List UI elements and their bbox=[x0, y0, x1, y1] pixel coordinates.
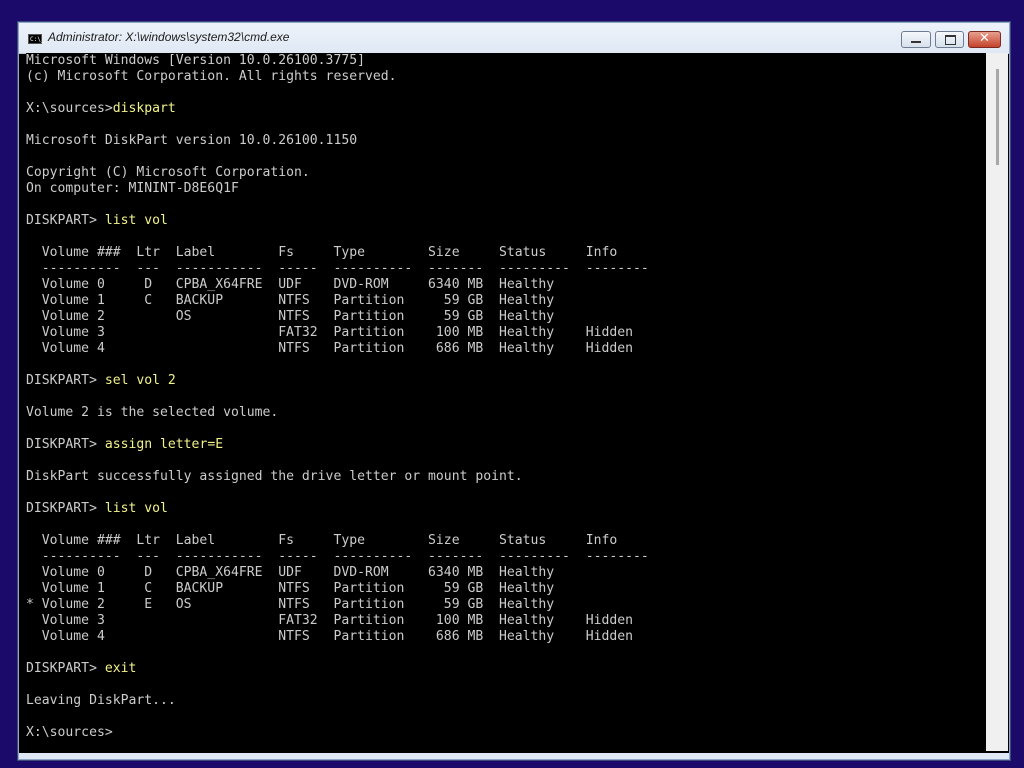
console-line: Volume 2 OS NTFS Partition 59 GB Healthy bbox=[26, 309, 986, 325]
window-bottom-border bbox=[19, 753, 1009, 759]
title-bar[interactable]: C:\_ Administrator: X:\windows\system32\… bbox=[19, 23, 1009, 54]
console-text: DISKPART> bbox=[26, 437, 105, 452]
console-line: Volume 0 D CPBA_X64FRE UDF DVD-ROM 6340 … bbox=[26, 277, 986, 293]
console-text: On computer: MININT-D8E6Q1F bbox=[26, 181, 239, 196]
close-icon: ✕ bbox=[979, 31, 990, 46]
console-text: DISKPART> bbox=[26, 501, 105, 516]
console-text: Volume 4 NTFS Partition 686 MB Healthy H… bbox=[26, 629, 633, 644]
console-output[interactable]: Microsoft Windows [Version 10.0.26100.37… bbox=[26, 53, 986, 753]
console-text: Volume 4 NTFS Partition 686 MB Healthy H… bbox=[26, 341, 633, 356]
console-line: Volume 0 D CPBA_X64FRE UDF DVD-ROM 6340 … bbox=[26, 565, 986, 581]
cmd-icon: C:\_ bbox=[28, 34, 45, 44]
console-text: Microsoft DiskPart version 10.0.26100.11… bbox=[26, 133, 358, 148]
console-text: X:\sources> bbox=[26, 101, 113, 116]
vertical-scrollbar[interactable] bbox=[986, 53, 1008, 751]
console-text: DISKPART> bbox=[26, 213, 105, 228]
console-text: DiskPart successfully assigned the drive… bbox=[26, 469, 523, 484]
console-command: sel vol 2 bbox=[104, 373, 176, 388]
window-title: Administrator: X:\windows\system32\cmd.e… bbox=[48, 30, 290, 44]
console-line: Volume 2 is the selected volume. bbox=[26, 405, 986, 421]
console-line: Leaving DiskPart... bbox=[26, 693, 986, 709]
maximize-icon bbox=[945, 35, 956, 45]
console-line: Volume ### Ltr Label Fs Type Size Status… bbox=[26, 245, 986, 261]
console-text: Volume 2 is the selected volume. bbox=[26, 405, 279, 420]
console-text: DISKPART> bbox=[26, 661, 105, 676]
minimize-icon bbox=[911, 41, 921, 43]
console-text: Microsoft Windows [Version 10.0.26100.37… bbox=[26, 53, 365, 68]
cmd-window: C:\_ Administrator: X:\windows\system32\… bbox=[18, 22, 1010, 760]
console-text: DISKPART> bbox=[26, 373, 105, 388]
console-line: DISKPART> list vol bbox=[26, 213, 986, 229]
console-line: On computer: MININT-D8E6Q1F bbox=[26, 181, 986, 197]
console-command: assign letter=E bbox=[104, 437, 224, 452]
console-text: Leaving DiskPart... bbox=[26, 693, 176, 708]
console-command: exit bbox=[104, 661, 137, 676]
console-line: Microsoft Windows [Version 10.0.26100.37… bbox=[26, 53, 986, 69]
console-line: ---------- --- ----------- ----- -------… bbox=[26, 549, 986, 565]
console-text: X:\sources> bbox=[26, 725, 113, 740]
console-command: list vol bbox=[104, 213, 168, 228]
console-line: DiskPart successfully assigned the drive… bbox=[26, 469, 986, 485]
console-text: Volume 1 C BACKUP NTFS Partition 59 GB H… bbox=[26, 293, 555, 308]
console-line: DISKPART> assign letter=E bbox=[26, 437, 986, 453]
console-line: Volume 1 C BACKUP NTFS Partition 59 GB H… bbox=[26, 581, 986, 597]
console-line: Copyright (C) Microsoft Corporation. bbox=[26, 165, 986, 181]
console-line: X:\sources>diskpart bbox=[26, 101, 986, 117]
console-line: Volume 4 NTFS Partition 686 MB Healthy H… bbox=[26, 341, 986, 357]
console-line: DISKPART> exit bbox=[26, 661, 986, 677]
console-text: ---------- --- ----------- ----- -------… bbox=[26, 261, 649, 276]
console-text: Volume 2 OS NTFS Partition 59 GB Healthy bbox=[26, 309, 555, 324]
console-text: ---------- --- ----------- ----- -------… bbox=[26, 549, 649, 564]
scrollbar-thumb[interactable] bbox=[996, 69, 999, 165]
console-line: Volume 3 FAT32 Partition 100 MB Healthy … bbox=[26, 325, 986, 341]
console-line: X:\sources> bbox=[26, 725, 986, 741]
console-line: Volume ### Ltr Label Fs Type Size Status… bbox=[26, 533, 986, 549]
console-text: Volume 0 D CPBA_X64FRE UDF DVD-ROM 6340 … bbox=[26, 565, 555, 580]
console-text: Volume 1 C BACKUP NTFS Partition 59 GB H… bbox=[26, 581, 555, 596]
console-line: ---------- --- ----------- ----- -------… bbox=[26, 261, 986, 277]
console-text: Volume ### Ltr Label Fs Type Size Status… bbox=[26, 533, 618, 548]
console-command: diskpart bbox=[112, 101, 176, 116]
console-line: Microsoft DiskPart version 10.0.26100.11… bbox=[26, 133, 986, 149]
console-text: Copyright (C) Microsoft Corporation. bbox=[26, 165, 310, 180]
console-line: Volume 4 NTFS Partition 686 MB Healthy H… bbox=[26, 629, 986, 645]
console-text: Volume ### Ltr Label Fs Type Size Status… bbox=[26, 245, 618, 260]
console-text: * Volume 2 E OS NTFS Partition 59 GB Hea… bbox=[26, 597, 555, 612]
console-text: Volume 3 FAT32 Partition 100 MB Healthy … bbox=[26, 325, 633, 340]
console-line: DISKPART> list vol bbox=[26, 501, 986, 517]
console-line: Volume 1 C BACKUP NTFS Partition 59 GB H… bbox=[26, 293, 986, 309]
minimize-button[interactable] bbox=[901, 31, 931, 48]
console-text: Volume 0 D CPBA_X64FRE UDF DVD-ROM 6340 … bbox=[26, 277, 555, 292]
close-button[interactable]: ✕ bbox=[968, 31, 1001, 48]
console-line: DISKPART> sel vol 2 bbox=[26, 373, 986, 389]
maximize-button[interactable] bbox=[935, 31, 964, 48]
console-command: list vol bbox=[104, 501, 168, 516]
console-text: Volume 3 FAT32 Partition 100 MB Healthy … bbox=[26, 613, 633, 628]
console-line: (c) Microsoft Corporation. All rights re… bbox=[26, 69, 986, 85]
console-line: Volume 3 FAT32 Partition 100 MB Healthy … bbox=[26, 613, 986, 629]
console-text: (c) Microsoft Corporation. All rights re… bbox=[26, 69, 397, 84]
console-line: * Volume 2 E OS NTFS Partition 59 GB Hea… bbox=[26, 597, 986, 613]
